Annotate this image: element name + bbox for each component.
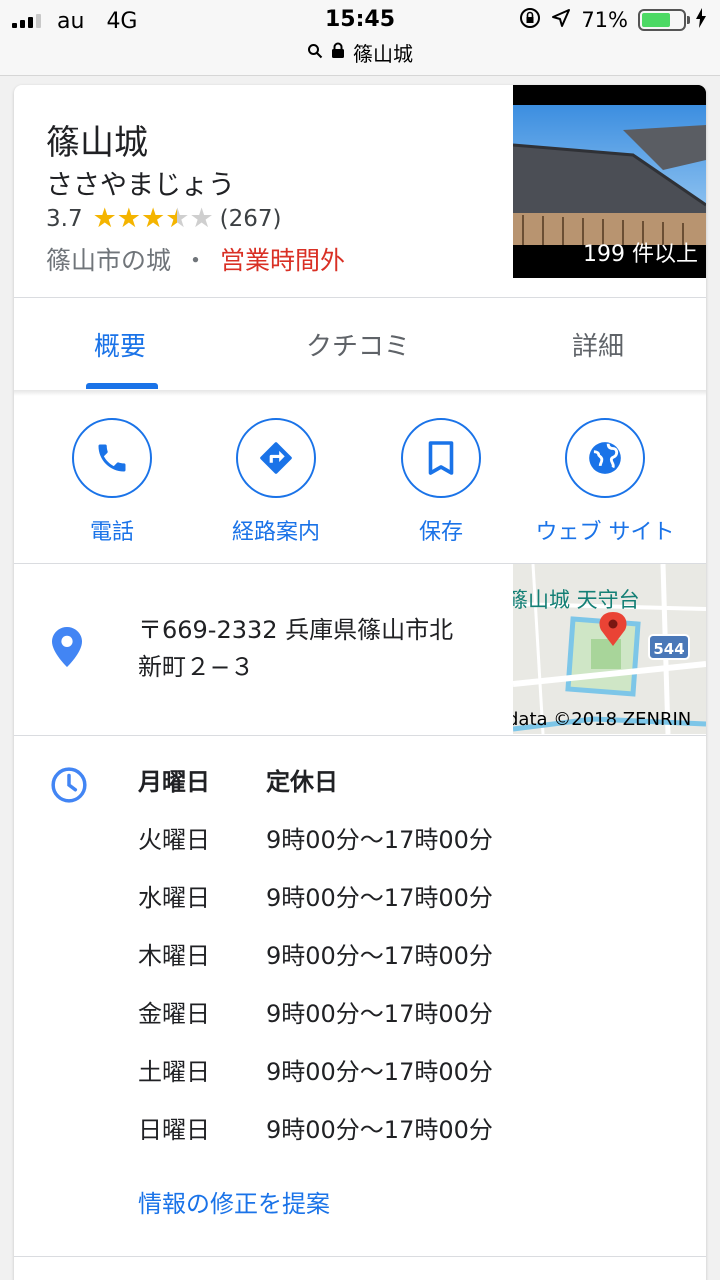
url-text: 篠山城: [353, 41, 413, 66]
tab-overview[interactable]: 概要: [94, 326, 146, 363]
url-bar[interactable]: 篠山城: [0, 38, 720, 66]
hours-table: 月曜日 定休日 火曜日 9時00分～17時00分 水曜日 9時00分～17時00分 木…: [138, 762, 493, 1168]
website-button[interactable]: ウェブ サイト: [520, 418, 690, 546]
place-reading: ささやまじょう: [46, 170, 235, 201]
globe-icon: [565, 418, 645, 498]
map-thumbnail[interactable]: 篠山城 天守台 544 data ©2018 ZENRIN: [513, 564, 706, 734]
hours-time: 9時00分～17時00分: [266, 1000, 493, 1028]
save-label: 保存: [418, 520, 463, 545]
place-title: 篠山城: [46, 123, 148, 163]
clock-icon: [50, 766, 88, 808]
star-icon: ★: [92, 203, 117, 234]
hours-day: 日曜日: [138, 1116, 210, 1144]
map-copyright: data ©2018 ZENRIN: [513, 709, 692, 730]
hours-day: 月曜日: [138, 768, 210, 796]
tab-details[interactable]: 詳細: [572, 326, 624, 363]
save-button[interactable]: 保存: [356, 418, 526, 546]
status-bar: au 4G 15:45 71% 篠山城: [0, 0, 720, 76]
suggest-edit-link[interactable]: 情報の修正を提案: [138, 1184, 330, 1219]
hours-time: 9時00分～17時00分: [266, 884, 493, 912]
map-place-label: 篠山城 天守台: [513, 588, 640, 612]
hours-day: 水曜日: [138, 884, 210, 912]
tab-bar: 概要 クチコミ 詳細: [14, 298, 706, 390]
star-icon: ★: [116, 203, 142, 234]
hours-row: 日曜日 9時00分～17時00分: [138, 1110, 493, 1168]
rating-value: 3.7: [46, 205, 83, 232]
hours-time: 9時00分～17時00分: [266, 1058, 493, 1086]
battery-percent: 71%: [581, 8, 628, 32]
open-status: 営業時間外: [220, 246, 346, 275]
place-category: 篠山市の城: [46, 246, 172, 275]
star-icon: ★: [165, 203, 190, 234]
rating-stars: ★ ★ ★ ★ ★: [93, 205, 214, 232]
tab-reviews[interactable]: クチコミ: [306, 326, 410, 363]
action-row: 電話 経路案内 保存 ウェブ サイト: [14, 396, 706, 562]
website-label: ウェブ サイト: [535, 520, 675, 545]
hours-day: 木曜日: [138, 942, 210, 970]
rating-row[interactable]: 3.7 ★ ★ ★ ★ ★ (267): [46, 205, 282, 232]
hours-day: 金曜日: [138, 1000, 210, 1028]
location-arrow-icon: [551, 8, 571, 33]
search-icon: [307, 40, 323, 64]
review-count[interactable]: (267): [220, 206, 282, 232]
lock-icon: [331, 40, 345, 64]
call-label: 電話: [89, 520, 134, 545]
battery-icon: [638, 9, 690, 31]
route-badge: 544: [648, 634, 690, 660]
address-row[interactable]: 〒669-2332 兵庫県篠山市北 新町２−３ 篠山城 天守台 544 data…: [14, 564, 706, 734]
place-card: 篠山城 ささやまじょう 3.7 ★ ★ ★ ★ ★ (267) 篠山市の城 ・ 営業時間…: [14, 85, 706, 1280]
directions-label: 経路案内: [231, 520, 320, 545]
star-icon: ★: [189, 203, 214, 234]
hours-row: 金曜日 9時00分～17時00分: [138, 994, 493, 1052]
active-tab-indicator: [86, 383, 158, 389]
photo-count: 199 件以上: [583, 242, 698, 267]
category-row: 篠山市の城 ・ 営業時間外: [46, 241, 345, 277]
hours-time: 定休日: [266, 768, 338, 796]
hours-row-today: 月曜日 定休日: [138, 762, 493, 820]
address-line-1: 〒669-2332 兵庫県篠山市北: [138, 616, 454, 644]
hours-row: 水曜日 9時00分～17時00分: [138, 878, 493, 936]
hours-row: 火曜日 9時00分～17時00分: [138, 820, 493, 878]
location-pin-icon: [52, 627, 82, 671]
bookmark-icon: [401, 418, 481, 498]
hours-time: 9時00分～17時00分: [266, 1116, 493, 1144]
address-text: 〒669-2332 兵庫県篠山市北 新町２−３: [138, 612, 498, 686]
charging-icon: [696, 7, 706, 33]
hours-row: 土曜日 9時00分～17時00分: [138, 1052, 493, 1110]
phone-icon: [72, 418, 152, 498]
hours-time: 9時00分～17時00分: [266, 942, 493, 970]
directions-button[interactable]: 経路案内: [191, 418, 361, 546]
directions-icon: [236, 418, 316, 498]
call-button[interactable]: 電話: [27, 418, 197, 546]
star-icon: ★: [141, 203, 166, 234]
place-photo[interactable]: 199 件以上: [513, 85, 706, 278]
hours-day: 土曜日: [138, 1058, 210, 1086]
orientation-lock-icon: [519, 7, 541, 34]
status-right: 71%: [519, 7, 706, 33]
hours-section: 月曜日 定休日 火曜日 9時00分～17時00分 水曜日 9時00分～17時00分 木…: [14, 736, 706, 1280]
hours-day: 火曜日: [138, 826, 210, 854]
separator-dot: ・: [183, 246, 209, 275]
hours-row: 木曜日 9時00分～17時00分: [138, 936, 493, 994]
hours-time: 9時00分～17時00分: [266, 826, 493, 854]
divider: [14, 1256, 706, 1257]
address-line-2: 新町２−３: [138, 653, 255, 681]
